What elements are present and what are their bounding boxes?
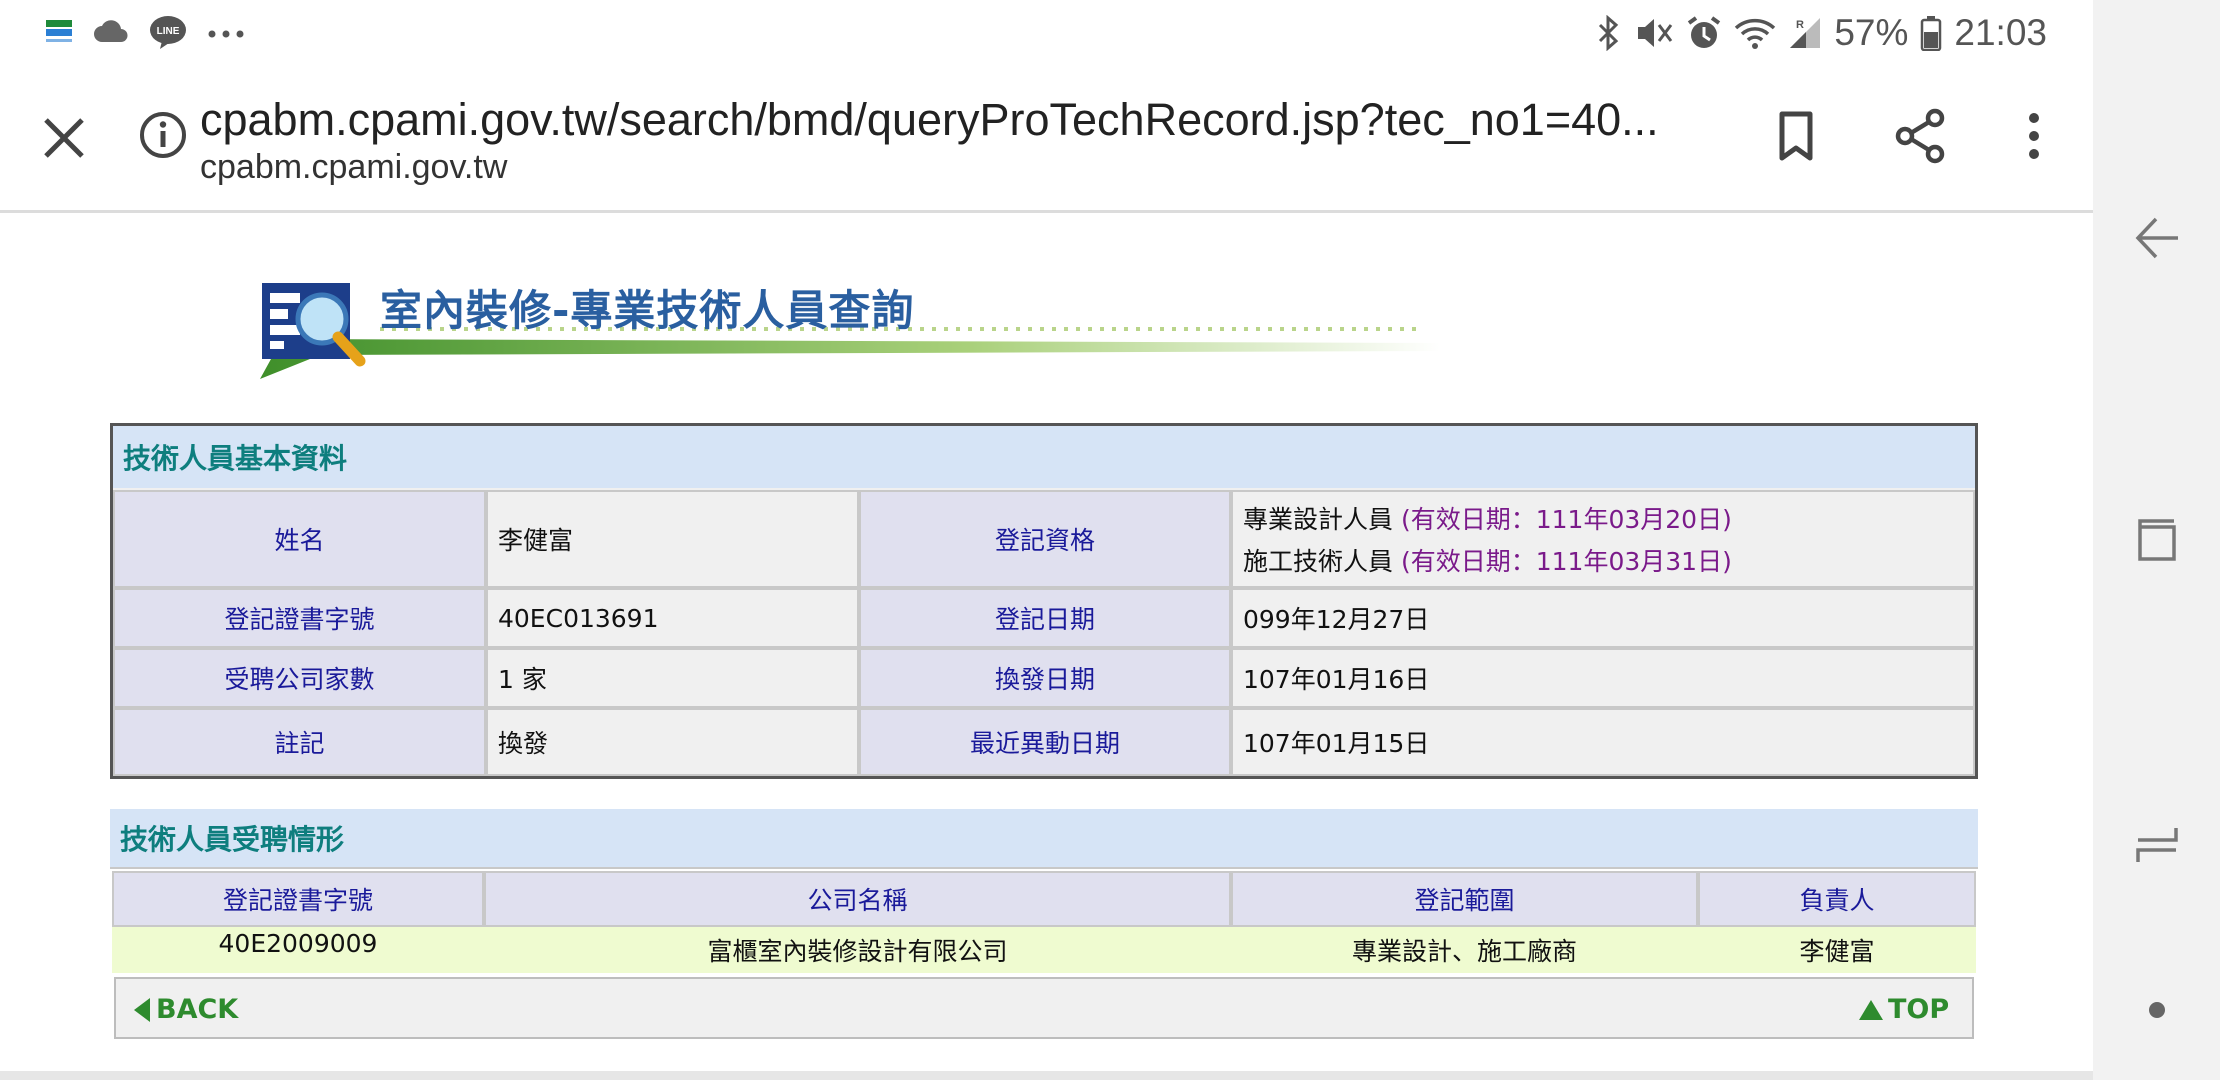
cert-no-label: 登記證書字號	[113, 588, 486, 648]
share-icon	[1895, 108, 1945, 164]
bookmark-icon	[1779, 111, 1813, 161]
nav-back-button[interactable]	[2093, 183, 2220, 293]
more-vert-icon	[2029, 113, 2039, 159]
info-icon	[140, 112, 186, 158]
clock: 21:03	[1954, 12, 2047, 53]
nav-recents-icon	[2137, 519, 2176, 561]
nav-dot-button[interactable]	[2093, 955, 2220, 1065]
nav-switch-icon	[2135, 828, 2178, 862]
cert-no-value: 40EC013691	[486, 588, 859, 648]
qualification-design-valid-date: (有效日期：111年03月20日)	[1400, 505, 1732, 534]
emp-row-owner: 李健富	[1698, 927, 1976, 973]
basic-info-section-title: 技術人員基本資料	[113, 426, 1975, 488]
signal-icon: R	[1788, 16, 1822, 50]
status-icons-right: R 57% 21:03	[1594, 8, 2047, 58]
recent-change-value: 107年01月15日	[1231, 708, 1975, 776]
company-count-label: 受聘公司家數	[113, 648, 486, 708]
note-label: 註記	[113, 708, 486, 776]
emp-header-cert-no: 登記證書字號	[112, 871, 484, 927]
triangle-up-icon	[1859, 999, 1883, 1020]
status-bar: LINE R 57% 21:03	[0, 0, 2093, 62]
nav-overview-button[interactable]	[2093, 790, 2220, 900]
status-icons-left: LINE	[44, 14, 246, 54]
url-text[interactable]: cpabm.cpami.gov.tw/search/bmd/queryProTe…	[200, 94, 1710, 146]
screen: LINE R 57% 21:03 cpabm.cpami.gov.tw/sear…	[0, 0, 2093, 1080]
nav-dot-icon	[2148, 1002, 2165, 1018]
site-info-button[interactable]	[138, 110, 188, 160]
page-bottom-edge	[0, 1071, 2093, 1080]
emp-header-scope: 登記範圍	[1231, 871, 1698, 927]
emp-row-scope: 專業設計、施工廠商	[1231, 927, 1698, 973]
top-link[interactable]: TOP	[1858, 994, 1949, 1025]
reg-date-label: 登記日期	[859, 588, 1231, 648]
page-title: 室內裝修-專業技術人員查詢	[380, 286, 915, 335]
url-domain: cpabm.cpami.gov.tw	[200, 148, 508, 186]
mute-icon	[1634, 15, 1674, 51]
cloud-icon	[92, 18, 130, 50]
triangle-left-icon	[134, 997, 150, 1022]
svg-text:R: R	[1796, 19, 1804, 31]
line-icon-label: LINE	[157, 26, 180, 37]
web-content: 室內裝修-專業技術人員查詢 技術人員基本資料 姓名 李健富 登記資格 專業設計人…	[0, 211, 2093, 1080]
bluetooth-icon	[1594, 15, 1622, 51]
browser-toolbar: cpabm.cpami.gov.tw/search/bmd/queryProTe…	[0, 62, 2093, 213]
qualification-construction-valid-date: (有效日期：111年03月31日)	[1400, 547, 1732, 576]
qualification-label: 登記資格	[859, 490, 1231, 588]
footer-bar	[114, 977, 1974, 1039]
nav-home-button[interactable]	[2093, 485, 2220, 595]
android-nav-bar	[2093, 0, 2220, 1080]
emp-row-cert-no: 40E2009009	[112, 927, 484, 973]
back-label: BACK	[156, 994, 239, 1025]
more-dots-icon	[206, 25, 246, 44]
battery-percent: 57%	[1834, 12, 1909, 53]
line-icon: LINE	[148, 14, 188, 54]
employment-section-title: 技術人員受聘情形	[110, 809, 1978, 869]
wifi-icon	[1734, 16, 1776, 50]
emp-header-owner: 負責人	[1698, 871, 1976, 927]
nav-back-icon	[2135, 217, 2178, 259]
qualification-line-1: 專業設計人員 (有效日期：111年03月20日)	[1243, 500, 1732, 536]
reissue-date-value: 107年01月16日	[1231, 648, 1975, 708]
battery-icon	[1920, 15, 1942, 51]
name-value: 李健富	[486, 490, 859, 588]
emp-header-company: 公司名稱	[484, 871, 1231, 927]
qualification-value: 專業設計人員 (有效日期：111年03月20日) 施工技術人員 (有效日期：11…	[1231, 490, 1975, 588]
back-link[interactable]: BACK	[132, 994, 238, 1025]
qualification-design: 專業設計人員	[1243, 505, 1394, 534]
qualification-line-2: 施工技術人員 (有效日期：111年03月31日)	[1243, 542, 1732, 578]
note-value: 換發	[486, 708, 859, 776]
close-icon	[44, 118, 84, 158]
familymart-icon	[44, 16, 74, 52]
reg-date-value: 099年12月27日	[1231, 588, 1975, 648]
share-button[interactable]	[1891, 106, 1951, 166]
magnifier-icon	[262, 283, 366, 367]
name-label: 姓名	[113, 490, 486, 588]
company-count-value: 1 家	[486, 648, 859, 708]
qualification-construction: 施工技術人員	[1243, 547, 1394, 576]
bookmark-button[interactable]	[1766, 106, 1826, 166]
alarm-icon	[1686, 15, 1722, 51]
top-label: TOP	[1888, 994, 1950, 1025]
close-tab-button[interactable]	[36, 110, 92, 166]
emp-row-company: 富櫃室內裝修設計有限公司	[484, 927, 1231, 973]
menu-button[interactable]	[2004, 106, 2064, 166]
reissue-date-label: 換發日期	[859, 648, 1231, 708]
recent-change-label: 最近異動日期	[859, 708, 1231, 776]
